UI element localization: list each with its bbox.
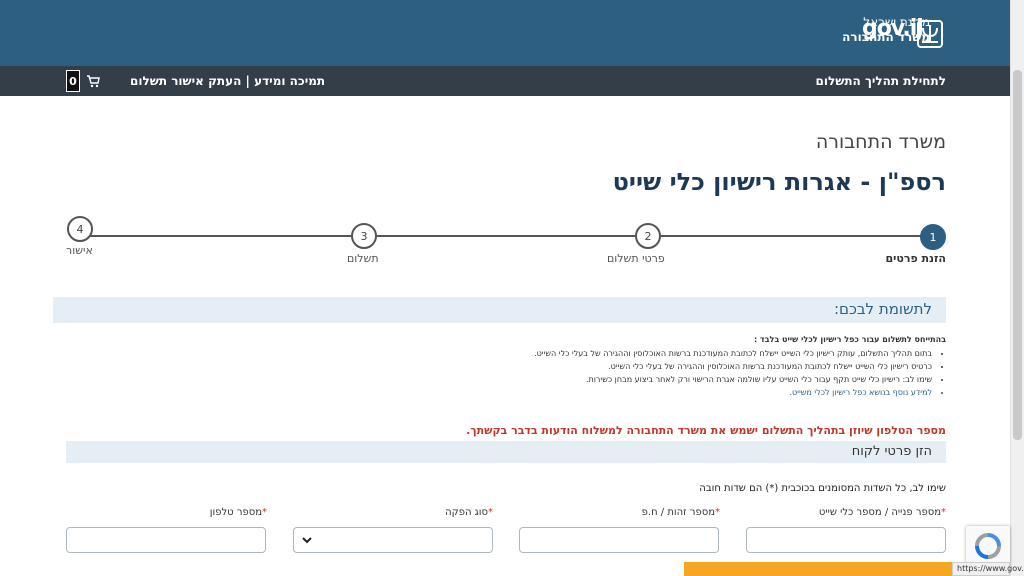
attention-title: לתשומת לבכם: [833, 300, 932, 318]
hull-number-label: *מספר פנייה / מספר כלי שייט [819, 507, 946, 518]
gov-il-logo[interactable]: gov.il [862, 16, 924, 41]
phone-input[interactable] [66, 527, 266, 553]
page-title: רספ"ן - אגרות רישיון כלי שייט [612, 168, 946, 196]
list-item: בתום תהליך התשלום, עותק רישיון כלי השייט… [386, 347, 932, 360]
step-3-circle: 3 [351, 223, 377, 249]
attention-info: בהתייחס לתשלום עבור כפל רישיון לכלי שייט… [386, 333, 946, 399]
stepper-line [80, 235, 933, 237]
support-links[interactable]: תמיכה ומידע | העתק אישור תשלום [130, 74, 325, 88]
step-4-label: אישור [66, 244, 93, 257]
nav-bar: לתחילת תהליך התשלום תמיכה ומידע | העתק א… [0, 66, 1010, 96]
required-mark: * [262, 507, 267, 518]
cart-count: 0 [66, 70, 80, 92]
scrollbar-thumb[interactable] [1013, 70, 1022, 440]
phone-label-text: מספר טלפון [209, 507, 262, 518]
page-scrollbar[interactable] [1010, 0, 1024, 576]
step-1-circle: 1 [920, 224, 946, 250]
site-header: מדינת ישראל משרד התחבורה gov.il [0, 0, 1010, 66]
start-payment-link[interactable]: לתחילת תהליך התשלום [816, 74, 947, 88]
issue-type-label: *סוג הפקה [445, 507, 493, 518]
more-info-link[interactable]: למידע נוסף בנושא כפל רישיון לכלי משייט. [386, 386, 932, 399]
status-bar-url: https://www.gov.il [952, 562, 1024, 576]
phone-warning: מספר הטלפון שיוזן בתהליך התשלום ישמש את … [466, 424, 946, 437]
hull-number-label-text: מספר פנייה / מספר כלי שייט [818, 507, 941, 518]
attention-list: בתום תהליך התשלום, עותק רישיון כלי השייט… [386, 347, 946, 399]
step-2-circle: 2 [635, 223, 661, 249]
step-1-label: הזנת פרטים [885, 252, 946, 265]
hull-number-input[interactable] [746, 527, 946, 553]
customer-section-header: הזן פרטי לקוח [66, 441, 946, 463]
required-mark: * [715, 507, 720, 518]
required-fields-note: שימו לב, כל השדות המסומנים בכוכבית (*) ה… [699, 483, 946, 494]
id-number-input[interactable] [519, 527, 719, 553]
issue-type-select[interactable] [293, 527, 493, 553]
step-2-label: פרטי תשלום [607, 252, 665, 265]
step-3-label: תשלום [347, 252, 379, 265]
attention-section-header: לתשומת לבכם: [53, 297, 946, 323]
step-4-circle: 4 [67, 216, 93, 242]
state-emblem-icon [917, 20, 943, 48]
recaptcha-badge[interactable] [966, 526, 1010, 566]
id-number-label: *מספר זהות / ח.פ [642, 507, 720, 518]
cart-button[interactable]: 0 [66, 70, 100, 92]
ministry-heading: משרד התחבורה [815, 131, 946, 153]
required-mark: * [488, 507, 493, 518]
list-item: שימו לב: רישיון כלי שייט תקף עבור כלי הש… [386, 373, 932, 386]
phone-label: *מספר טלפון [210, 507, 267, 518]
recaptcha-icon [975, 533, 1001, 559]
customer-section-title: הזן פרטי לקוח [851, 444, 932, 459]
list-item: כרטיס רישיון כלי השייט יישלח לכתובת המעו… [386, 360, 932, 373]
id-number-label-text: מספר זהות / ח.פ [641, 507, 715, 518]
required-mark: * [941, 507, 946, 518]
issue-type-label-text: סוג הפקה [445, 507, 488, 518]
cart-icon [87, 75, 100, 88]
chevron-down-icon [302, 537, 312, 544]
attention-ref-line: בהתייחס לתשלום עבור כפל רישיון לכלי שייט… [753, 335, 946, 344]
